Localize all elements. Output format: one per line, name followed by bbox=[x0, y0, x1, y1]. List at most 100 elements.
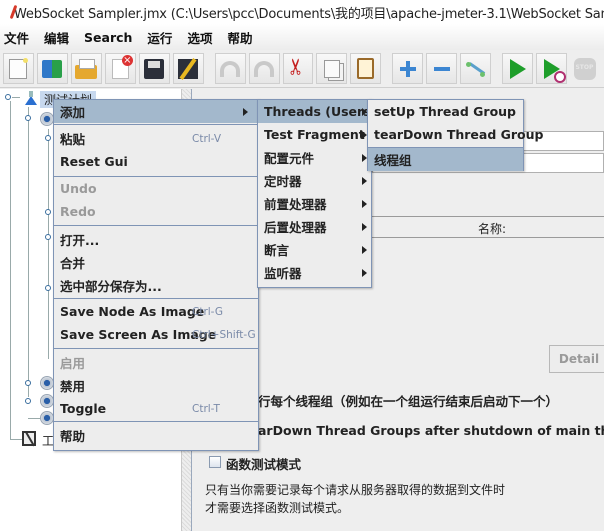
menu-options[interactable]: 选项 bbox=[187, 28, 212, 47]
submenu-item-test-fragment[interactable]: Test Fragment bbox=[258, 123, 371, 146]
stop-icon bbox=[574, 57, 597, 80]
menu-help[interactable]: 帮助 bbox=[227, 28, 252, 47]
menu-item-reset-gui[interactable]: Reset Gui bbox=[54, 150, 258, 173]
menu-item-label: 前置处理器 bbox=[264, 197, 327, 212]
submenu-item-post-processor[interactable]: 后置处理器 bbox=[258, 215, 371, 238]
menu-item-label: 启用 bbox=[60, 356, 86, 371]
cut-button[interactable] bbox=[282, 53, 314, 84]
menu-item-save-selection[interactable]: 选中部分保存为... bbox=[54, 274, 258, 297]
tree-line bbox=[10, 101, 11, 439]
expand-handle[interactable] bbox=[45, 234, 51, 240]
menu-item-disable[interactable]: 禁用 bbox=[54, 374, 258, 397]
threads-submenu: setUp Thread Group tearDown Thread Group… bbox=[367, 99, 543, 171]
stop-button[interactable] bbox=[570, 53, 601, 84]
templates-button[interactable] bbox=[36, 53, 68, 84]
submenu-item-threads[interactable]: Threads (Users) bbox=[258, 100, 376, 123]
expand-handle[interactable] bbox=[25, 115, 31, 121]
menu-search[interactable]: Search bbox=[84, 30, 132, 45]
expand-all-button[interactable] bbox=[392, 53, 424, 84]
menu-item-save-screen-image[interactable]: Save Screen As Image Ctrl+Shift-G bbox=[54, 323, 258, 346]
submenu-item-timer[interactable]: 定时器 bbox=[258, 169, 371, 192]
undo-icon bbox=[220, 60, 241, 77]
menu-item-label: 定时器 bbox=[264, 174, 302, 189]
menu-item-label: tearDown Thread Group bbox=[374, 127, 544, 142]
menu-item-undo[interactable]: Undo bbox=[54, 177, 258, 200]
menu-item-label: 打开... bbox=[60, 233, 100, 248]
menu-item-label: 后置处理器 bbox=[264, 220, 327, 235]
serialize-thread-groups-option[interactable]: 行每个线程组（例如在一个组运行结束后启动下一个） bbox=[258, 391, 558, 410]
add-submenu: Threads (Users) Test Fragment 配置元件 定时器 前… bbox=[257, 99, 376, 288]
close-button[interactable] bbox=[104, 53, 136, 84]
menu-item-label: Toggle bbox=[60, 401, 107, 416]
menu-item-label: Undo bbox=[60, 181, 97, 196]
start-no-timers-button[interactable] bbox=[536, 53, 567, 84]
menu-item-merge[interactable]: 合并 bbox=[54, 251, 258, 274]
menu-bar: 文件 编辑 Search 运行 选项 帮助 bbox=[0, 24, 604, 50]
expand-handle[interactable] bbox=[45, 285, 51, 291]
start-button[interactable] bbox=[502, 53, 534, 84]
menu-run[interactable]: 运行 bbox=[147, 28, 172, 47]
expand-handle[interactable] bbox=[45, 135, 51, 141]
close-document-icon bbox=[111, 54, 133, 79]
toggle-button[interactable] bbox=[460, 53, 492, 84]
run-teardown-option[interactable]: arDown Thread Groups after shutdown of m… bbox=[258, 423, 604, 438]
menu-item-save-node-image[interactable]: Save Node As Image Ctrl-G bbox=[54, 300, 258, 323]
menu-item-label: 合并 bbox=[60, 256, 86, 271]
menu-item-label: 粘贴 bbox=[60, 132, 86, 147]
save-button[interactable] bbox=[138, 53, 170, 84]
undo-button[interactable] bbox=[214, 53, 246, 84]
paste-button[interactable] bbox=[350, 53, 382, 84]
menu-item-label: 监听器 bbox=[264, 266, 302, 281]
shortcut-label: Ctrl-T bbox=[192, 402, 220, 415]
gear-icon bbox=[40, 411, 54, 425]
menu-item-label: 帮助 bbox=[60, 429, 86, 444]
detail-button[interactable]: Detail bbox=[549, 345, 604, 373]
menu-item-add[interactable]: 添加 bbox=[54, 100, 258, 123]
context-menu: 添加 粘贴 Ctrl-V Reset Gui Undo Redo 打开... 合… bbox=[53, 99, 259, 451]
menu-item-label: 配置元件 bbox=[264, 151, 315, 166]
menu-item-label: Redo bbox=[60, 204, 96, 219]
tree-line bbox=[48, 129, 49, 359]
menu-item-help[interactable]: 帮助 bbox=[54, 424, 258, 447]
expand-handle[interactable] bbox=[45, 209, 51, 215]
copy-icon bbox=[323, 59, 340, 78]
functional-mode-checkbox[interactable] bbox=[209, 456, 221, 468]
submenu-item-config-element[interactable]: 配置元件 bbox=[258, 146, 371, 169]
clipboard-icon bbox=[357, 58, 375, 79]
minus-icon bbox=[432, 59, 452, 79]
menu-item-paste[interactable]: 粘贴 Ctrl-V bbox=[54, 127, 258, 150]
menu-edit[interactable]: 编辑 bbox=[44, 28, 69, 47]
save-as-button[interactable] bbox=[172, 53, 204, 84]
submenu-item-pre-processor[interactable]: 前置处理器 bbox=[258, 192, 371, 215]
menu-item-label: 断言 bbox=[264, 243, 290, 258]
redo-button[interactable] bbox=[248, 53, 280, 84]
new-button[interactable] bbox=[3, 53, 34, 84]
open-button[interactable] bbox=[70, 53, 102, 84]
menu-item-label: 禁用 bbox=[60, 379, 86, 394]
submenu-arrow-icon bbox=[362, 246, 367, 254]
submenu-item-teardown-thread-group[interactable]: tearDown Thread Group bbox=[368, 123, 543, 146]
menu-item-redo[interactable]: Redo bbox=[54, 200, 258, 223]
menu-item-enable[interactable]: 启用 bbox=[54, 351, 258, 374]
expand-handle[interactable] bbox=[25, 398, 31, 404]
test-plan-icon bbox=[25, 91, 37, 105]
gear-icon bbox=[40, 112, 54, 126]
expand-handle[interactable] bbox=[5, 94, 11, 100]
menu-item-toggle[interactable]: Toggle Ctrl-T bbox=[54, 397, 258, 420]
functional-mode-label[interactable]: 函数测试模式 bbox=[226, 454, 301, 473]
collapse-all-button[interactable] bbox=[426, 53, 458, 84]
templates-icon bbox=[42, 59, 63, 78]
submenu-arrow-icon bbox=[362, 223, 367, 231]
submenu-item-thread-group[interactable]: 线程组 bbox=[368, 148, 523, 171]
toolbar bbox=[0, 50, 604, 88]
shortcut-label: Ctrl-G bbox=[192, 305, 223, 318]
expand-handle[interactable] bbox=[25, 380, 31, 386]
menu-item-open[interactable]: 打开... bbox=[54, 228, 258, 251]
menu-file[interactable]: 文件 bbox=[4, 28, 29, 47]
submenu-item-listener[interactable]: 监听器 bbox=[258, 261, 371, 284]
submenu-item-assertion[interactable]: 断言 bbox=[258, 238, 371, 261]
submenu-item-setup-thread-group[interactable]: setUp Thread Group bbox=[368, 100, 523, 123]
tree-line bbox=[28, 107, 29, 397]
menu-separator bbox=[54, 298, 258, 299]
copy-button[interactable] bbox=[316, 53, 348, 84]
